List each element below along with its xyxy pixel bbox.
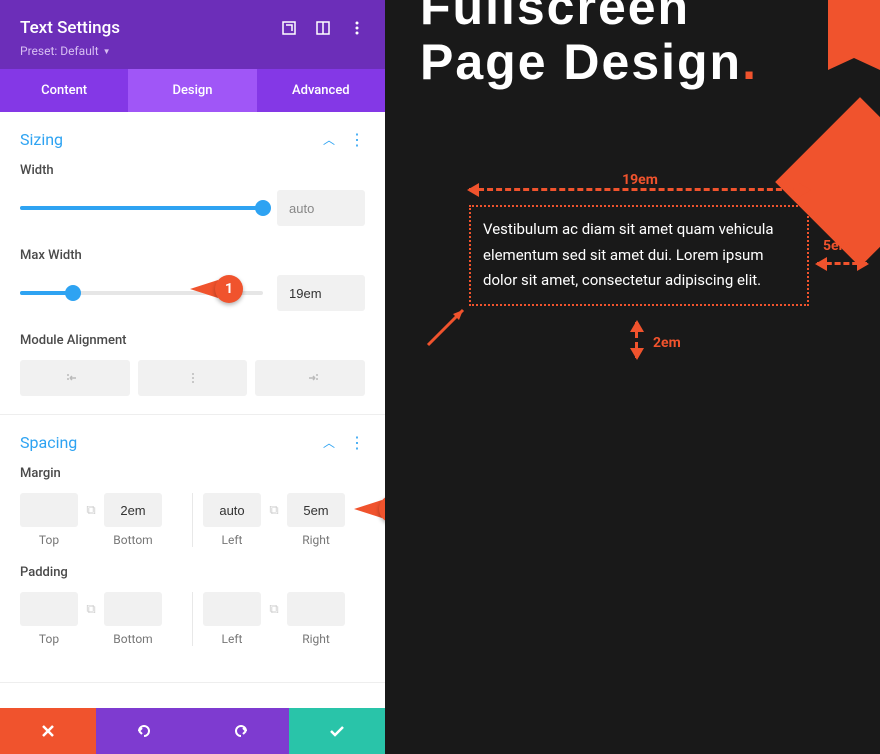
link-icon[interactable]: ⧉ bbox=[261, 592, 287, 626]
margin-left-input[interactable] bbox=[203, 493, 261, 527]
padding-left-label: Left bbox=[222, 632, 243, 646]
more-icon[interactable] bbox=[349, 20, 365, 36]
callout-pointer-icon bbox=[354, 500, 382, 518]
cancel-button[interactable] bbox=[0, 708, 96, 754]
panel-title: Text Settings bbox=[20, 18, 120, 38]
panel-footer bbox=[0, 708, 385, 754]
heading-line-2: Fullscreen bbox=[420, 0, 758, 35]
preset-selector[interactable]: Preset: Default ▼ bbox=[20, 44, 111, 58]
maxwidth-input[interactable] bbox=[277, 275, 365, 311]
align-right-button[interactable] bbox=[255, 360, 365, 396]
arrow-right-icon bbox=[817, 262, 867, 265]
save-button[interactable] bbox=[289, 708, 385, 754]
collapse-icon[interactable]: ︿ bbox=[323, 131, 335, 148]
margin-right-input[interactable] bbox=[287, 493, 345, 527]
caret-down-icon: ▼ bbox=[103, 47, 111, 56]
align-center-button[interactable] bbox=[138, 360, 248, 396]
arrow-horizontal-icon bbox=[469, 188, 809, 191]
tab-content[interactable]: Content bbox=[0, 69, 128, 112]
spacing-title: Spacing bbox=[20, 433, 77, 452]
margin-left-label: Left bbox=[222, 533, 243, 547]
section-more-icon[interactable]: ⋮ bbox=[349, 435, 365, 451]
tab-advanced[interactable]: Advanced bbox=[257, 69, 385, 112]
margin-bottom-label: Bottom bbox=[113, 533, 152, 547]
margin-bottom-input[interactable] bbox=[104, 493, 162, 527]
padding-top-input[interactable] bbox=[20, 592, 78, 626]
callout-1: 1 bbox=[215, 275, 243, 303]
sizing-title: Sizing bbox=[20, 130, 63, 149]
align-left-button[interactable] bbox=[20, 360, 130, 396]
preview-canvas: Fullscreen Page Design. 19em Vestibulum … bbox=[385, 0, 880, 754]
padding-bottom-label: Bottom bbox=[113, 632, 152, 646]
section-more-icon[interactable]: ⋮ bbox=[349, 132, 365, 148]
columns-icon[interactable] bbox=[315, 20, 331, 36]
preset-label: Preset: Default bbox=[20, 44, 99, 58]
sizing-section: Sizing ︿ ⋮ Width Max Width bbox=[0, 112, 385, 415]
preview-body-text: Vestibulum ac diam sit amet quam vehicul… bbox=[483, 220, 774, 289]
arrow-vertical-icon bbox=[635, 322, 638, 358]
alignment-label: Module Alignment bbox=[20, 333, 365, 348]
padding-top-label: Top bbox=[39, 632, 59, 646]
preview-text-box: Vestibulum ac diam sit amet quam vehicul… bbox=[469, 205, 809, 306]
pointer-arrow-icon bbox=[423, 300, 473, 350]
spacing-section: Spacing ︿ ⋮ Margin Top ⧉ Bottom Left ⧉ R… bbox=[0, 415, 385, 683]
heading-line-3: Page Design bbox=[420, 34, 742, 90]
accent-dot-icon: . bbox=[742, 34, 758, 90]
maxwidth-label: Max Width bbox=[20, 248, 365, 263]
collapse-icon[interactable]: ︿ bbox=[323, 434, 335, 451]
dimension-top-label: 19em bbox=[477, 172, 803, 188]
callout-pointer-icon bbox=[190, 280, 218, 298]
preview-heading: Fullscreen Page Design. bbox=[420, 0, 758, 90]
link-icon[interactable]: ⧉ bbox=[261, 493, 287, 527]
padding-right-label: Right bbox=[302, 632, 330, 646]
dimension-right-label: 5em bbox=[823, 238, 851, 254]
width-input[interactable] bbox=[277, 190, 365, 226]
panel-body[interactable]: Sizing ︿ ⋮ Width Max Width bbox=[0, 112, 385, 708]
expand-icon[interactable] bbox=[281, 20, 297, 36]
panel-header: Text Settings Preset: Default ▼ bbox=[0, 0, 385, 69]
padding-bottom-input[interactable] bbox=[104, 592, 162, 626]
link-icon[interactable]: ⧉ bbox=[78, 493, 104, 527]
redo-button[interactable] bbox=[193, 708, 289, 754]
undo-button[interactable] bbox=[96, 708, 192, 754]
margin-top-input[interactable] bbox=[20, 493, 78, 527]
dimension-bottom-label: 2em bbox=[653, 335, 681, 351]
width-slider[interactable] bbox=[20, 206, 263, 210]
link-icon[interactable]: ⧉ bbox=[78, 592, 104, 626]
width-label: Width bbox=[20, 163, 365, 178]
tab-design[interactable]: Design bbox=[128, 69, 256, 112]
padding-left-input[interactable] bbox=[203, 592, 261, 626]
border-section[interactable]: Border ﹀ bbox=[0, 683, 385, 708]
padding-right-input[interactable] bbox=[287, 592, 345, 626]
tabs: Content Design Advanced bbox=[0, 69, 385, 112]
margin-label: Margin bbox=[20, 466, 365, 481]
margin-right-label: Right bbox=[302, 533, 330, 547]
padding-label: Padding bbox=[20, 565, 365, 580]
ribbon-icon bbox=[828, 0, 880, 58]
settings-panel: Text Settings Preset: Default ▼ Content … bbox=[0, 0, 385, 754]
margin-top-label: Top bbox=[39, 533, 59, 547]
